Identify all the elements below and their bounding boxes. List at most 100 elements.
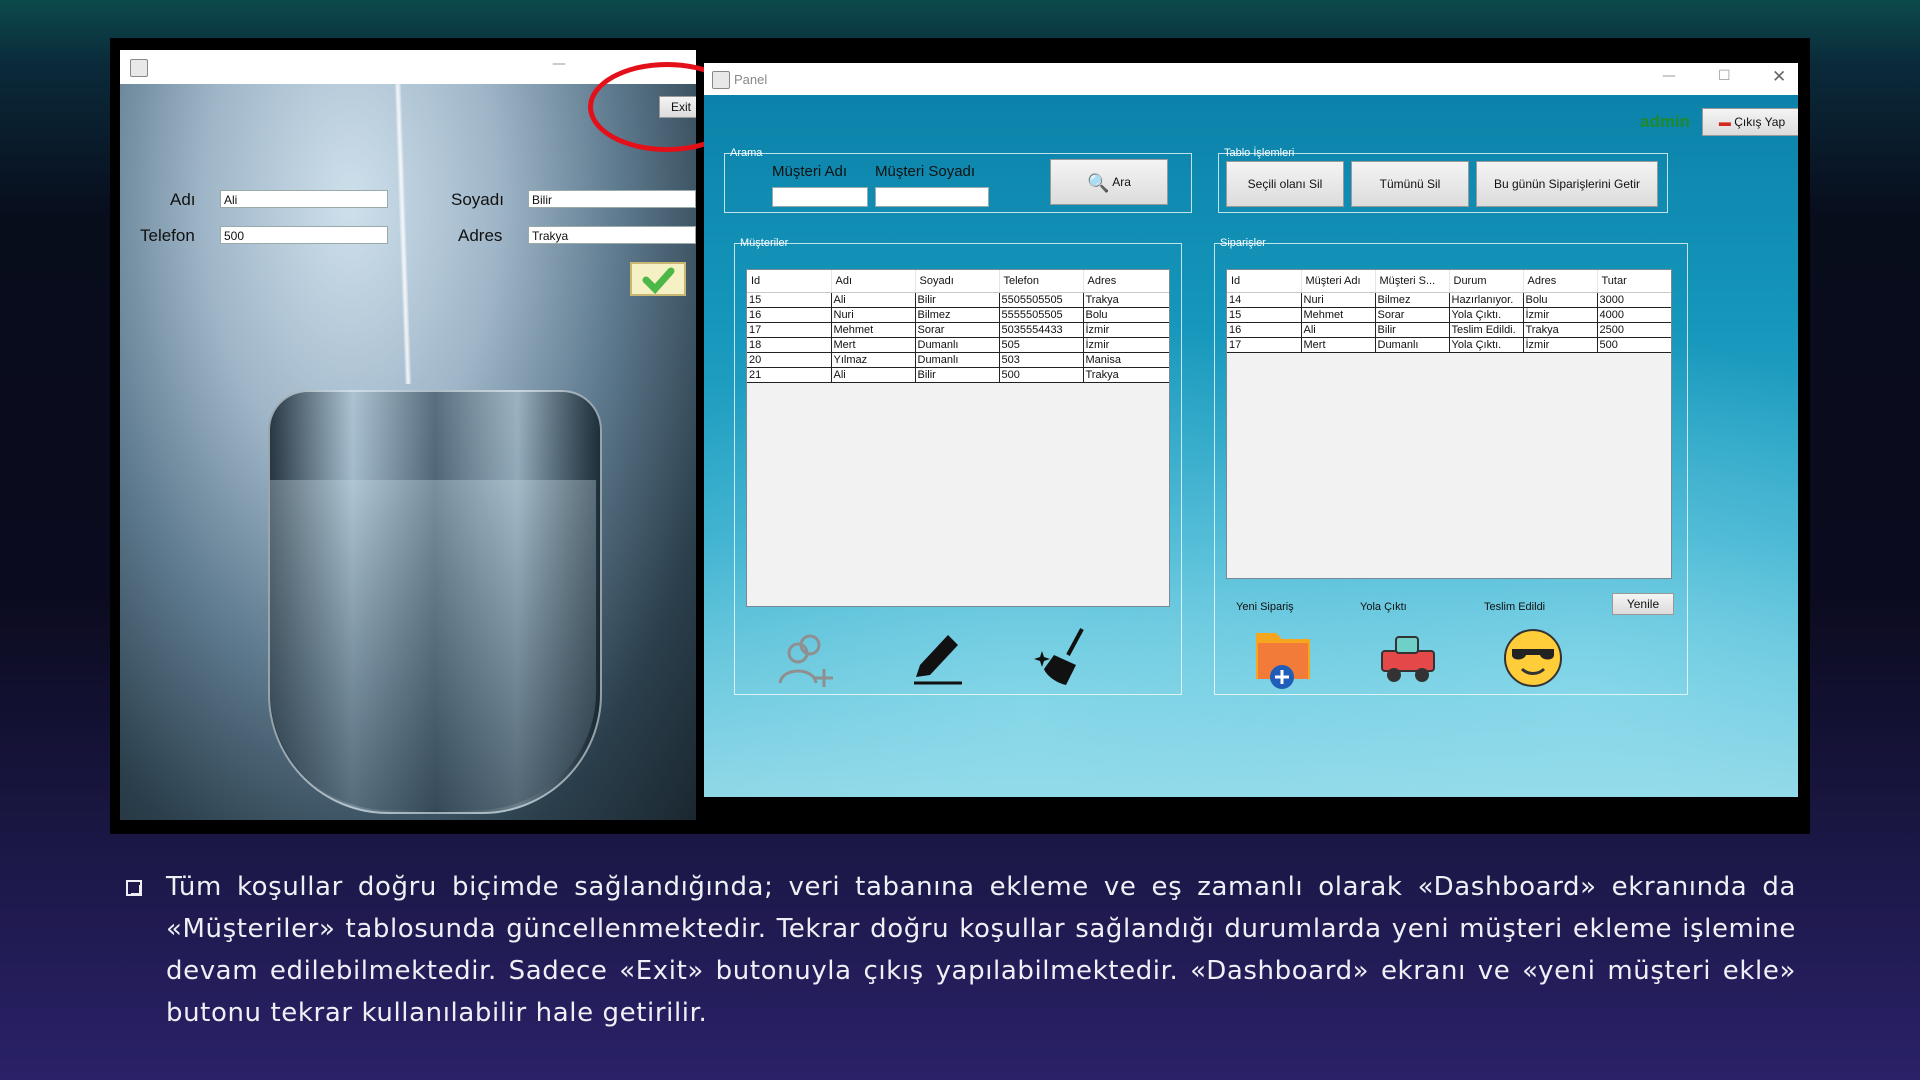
column-header[interactable]: Adres	[1523, 270, 1598, 293]
search-group-label: Arama	[730, 147, 763, 159]
table-row[interactable]: 20 Yılmaz Dumanlı 503 Manisa	[747, 352, 1169, 368]
table-cell: Teslim Edildi.	[1449, 322, 1524, 338]
table-row[interactable]: 15 Mehmet Sorar Yola Çıktı. İzmir 4000	[1227, 307, 1671, 323]
table-cell: 505	[999, 337, 1084, 353]
java-icon	[712, 71, 730, 89]
column-header[interactable]: Tutar	[1597, 270, 1671, 293]
column-header[interactable]: Id	[1227, 270, 1302, 293]
table-cell: 17	[747, 322, 832, 338]
first-name-search-input[interactable]	[772, 187, 868, 207]
table-cell: 20	[747, 352, 832, 368]
clear-form-icon[interactable]	[1032, 625, 1096, 689]
delivered-label: Teslim Edildi	[1484, 601, 1546, 613]
table-cell: Nuri	[831, 307, 916, 323]
table-cell: 5505505505	[999, 292, 1084, 308]
adres-field[interactable]: Trakya	[528, 226, 696, 244]
panel-title-bar: Panel — ☐ ✕	[704, 63, 1798, 95]
table-cell: 16	[747, 307, 832, 323]
table-cell: 2500	[1597, 322, 1671, 338]
table-ops-group-label: Tablo İşlemleri	[1224, 147, 1295, 159]
confirm-button[interactable]	[630, 262, 686, 296]
java-icon	[130, 59, 148, 77]
table-cell: 5555505505	[999, 307, 1084, 323]
table-cell: Trakya	[1523, 322, 1598, 338]
soyadi-label: Soyadı	[451, 190, 504, 209]
table-cell: İzmir	[1523, 337, 1598, 353]
delivered-icon[interactable]	[1502, 627, 1564, 689]
column-header[interactable]: Müşteri Adı	[1301, 270, 1376, 293]
table-row[interactable]: 16 Nuri Bilmez 5555505505 Bolu	[747, 307, 1169, 323]
table-cell: 16	[1227, 322, 1302, 338]
column-header[interactable]: Soyadı	[915, 270, 1000, 293]
table-cell: Bilir	[915, 367, 1000, 383]
column-header[interactable]: Durum	[1449, 270, 1524, 293]
panel-title: Panel	[734, 72, 768, 87]
telefon-field[interactable]: 500	[220, 226, 388, 244]
edit-customer-icon[interactable]	[904, 625, 968, 689]
maximize-icon[interactable]: ☐	[1718, 68, 1731, 84]
customers-table[interactable]: Id Adı Soyadı Telefon Adres 15 Ali Bilir 550550…	[746, 269, 1170, 607]
new-order-icon[interactable]	[1250, 625, 1314, 691]
table-cell: Yola Çıktı.	[1449, 307, 1524, 323]
today-orders-button[interactable]: Bu günün Siparişlerini Getir	[1476, 161, 1658, 207]
table-row[interactable]: 21 Ali Bilir 500 Trakya	[747, 367, 1169, 383]
admin-label: admin	[1640, 112, 1691, 131]
last-name-search-input[interactable]	[875, 187, 989, 207]
table-cell: Mehmet	[831, 322, 916, 338]
orders-table[interactable]: Id Müşteri Adı Müşteri S... Durum Adres Tutar…	[1226, 269, 1672, 579]
search-button[interactable]: 🔍 Ara	[1050, 159, 1168, 205]
adi-label: Adı	[170, 190, 196, 209]
column-header[interactable]: Adı	[831, 270, 916, 293]
column-header[interactable]: Telefon	[999, 270, 1084, 293]
on-the-way-label: Yola Çıktı	[1360, 601, 1407, 613]
table-cell: Ali	[831, 367, 916, 383]
table-cell: Ali	[831, 292, 916, 308]
column-header[interactable]: Adres	[1083, 270, 1169, 293]
search-icon: 🔍	[1087, 172, 1110, 193]
column-header[interactable]: Müşteri S...	[1375, 270, 1450, 293]
table-cell: Dumanlı	[915, 352, 1000, 368]
minimize-icon[interactable]: —	[552, 56, 566, 72]
checkmark-icon	[642, 267, 675, 295]
last-name-label: Müşteri Soyadı	[875, 163, 976, 180]
close-icon[interactable]: ✕	[1772, 67, 1786, 87]
table-cell: Yılmaz	[831, 352, 916, 368]
new-customer-window: — Exit Adı Ali Soyadı Bilir Telefon 500 …	[120, 50, 696, 820]
table-cell: 500	[999, 367, 1084, 383]
table-cell: Bolu	[1083, 307, 1169, 323]
delete-all-button[interactable]: Tümünü Sil	[1351, 161, 1469, 207]
table-row[interactable]: 16 Ali Bilir Teslim Edildi. Trakya 2500	[1227, 322, 1671, 338]
first-name-label: Müşteri Adı	[772, 163, 848, 180]
soyadi-field[interactable]: Bilir	[528, 190, 696, 208]
table-row[interactable]: 15 Ali Bilir 5505505505 Trakya	[747, 292, 1169, 308]
table-cell: Mert	[831, 337, 916, 353]
delete-selected-button[interactable]: Seçili olanı Sil	[1226, 161, 1344, 207]
refresh-button[interactable]: Yenile	[1612, 593, 1674, 615]
logout-button[interactable]: ▬ Çıkış Yap	[1702, 108, 1798, 136]
table-cell: 21	[747, 367, 832, 383]
minimize-icon[interactable]: —	[1662, 68, 1676, 84]
table-row[interactable]: 14 Nuri Bilmez Hazırlanıyor. Bolu 3000	[1227, 292, 1671, 308]
adi-field[interactable]: Ali	[220, 190, 388, 208]
add-customer-icon[interactable]	[776, 629, 840, 693]
table-cell: İzmir	[1523, 307, 1598, 323]
column-header[interactable]: Id	[747, 270, 832, 293]
table-cell: Bilmez	[915, 307, 1000, 323]
new-order-label: Yeni Sipariş	[1236, 601, 1294, 613]
table-cell: Nuri	[1301, 292, 1376, 308]
table-cell: 3000	[1597, 292, 1671, 308]
table-row[interactable]: 17 Mehmet Sorar 5035554433 İzmir	[747, 322, 1169, 338]
on-the-way-icon[interactable]	[1376, 625, 1440, 689]
table-cell: Trakya	[1083, 367, 1169, 383]
orders-group-label: Siparişler	[1220, 237, 1266, 249]
table-cell: Bilir	[915, 292, 1000, 308]
table-row[interactable]: 18 Mert Dumanlı 505 İzmir	[747, 337, 1169, 353]
table-cell: İzmir	[1083, 322, 1169, 338]
table-cell: 18	[747, 337, 832, 353]
table-cell: 503	[999, 352, 1084, 368]
table-row[interactable]: 17 Mert Dumanlı Yola Çıktı. İzmir 500	[1227, 337, 1671, 353]
panel-window: Panel — ☐ ✕ admin ▬ Çıkış Yap Arama Müşt…	[704, 63, 1798, 797]
table-cell: 4000	[1597, 307, 1671, 323]
table-cell: Dumanlı	[1375, 337, 1450, 353]
caption-bullet-icon	[126, 880, 142, 896]
